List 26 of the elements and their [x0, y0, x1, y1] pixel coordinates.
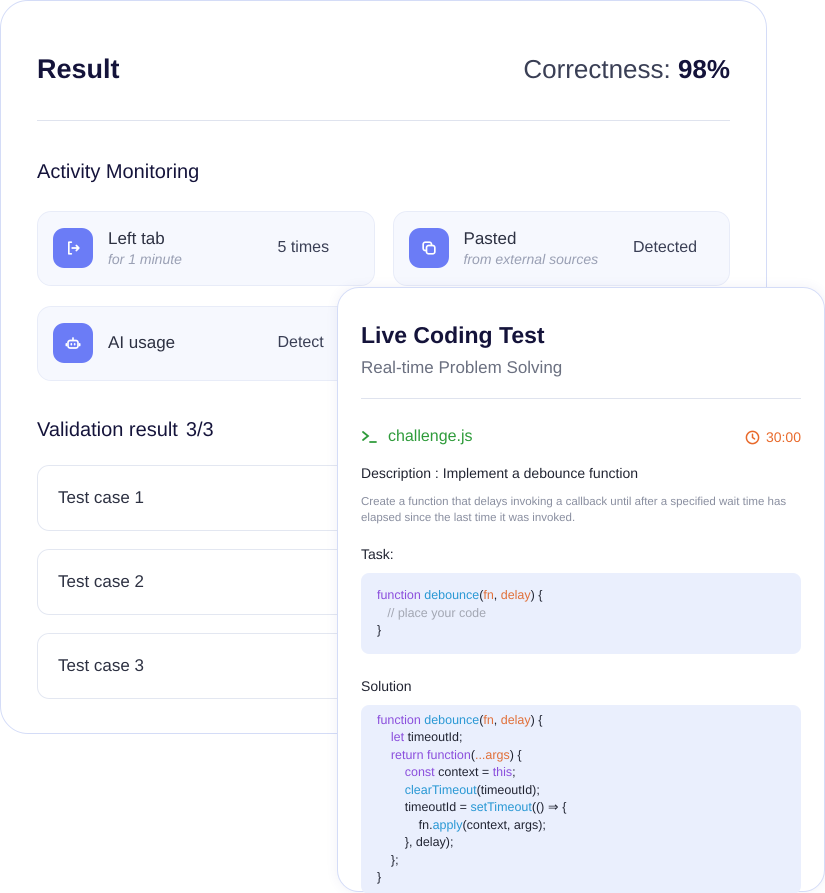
- clock-icon: [744, 430, 760, 444]
- code-block: function debounce(fn, delay) { let timeoutId; return function(...args) { const context = this; clearTimeout(timeoutId); timeoutId = setTimeout(() ⇒ { fn.apply(context, args); }, delay); }; }: [361, 704, 801, 893]
- activity-value: Detected: [633, 238, 698, 258]
- file-name: challenge.js: [388, 427, 472, 447]
- code-block: function debounce(fn, delay) { // place your code }: [361, 573, 801, 654]
- activity-detail: for 1 minute: [108, 250, 183, 268]
- activity-label: Pasted: [464, 228, 518, 250]
- section-title: Activity Monitoring: [37, 160, 200, 184]
- result-title: Result: [37, 53, 120, 86]
- correctness-score: Correctness: 98%: [523, 53, 730, 86]
- activity-value: Detect: [278, 333, 325, 353]
- card-title: Live Coding Test: [361, 321, 546, 350]
- robot-icon: [53, 323, 93, 363]
- copy-icon: [408, 228, 448, 268]
- exit-arrow-icon: [53, 228, 93, 268]
- section-label: Solution: [361, 676, 413, 696]
- activity-label: AI usage: [108, 332, 176, 354]
- activity-label: Left tab: [108, 228, 166, 250]
- activity-detail: from external sources: [464, 250, 600, 268]
- description-heading: Description : Implement a debounce function: [361, 464, 640, 483]
- card-subtitle: Real-time Problem Solving: [361, 356, 564, 378]
- validation-count: 3/3: [186, 418, 214, 442]
- timer: 30:00: [766, 428, 801, 446]
- activity-value: 5 times: [278, 238, 330, 258]
- section-title: Validation result: [37, 418, 178, 442]
- terminal-icon: [361, 430, 378, 444]
